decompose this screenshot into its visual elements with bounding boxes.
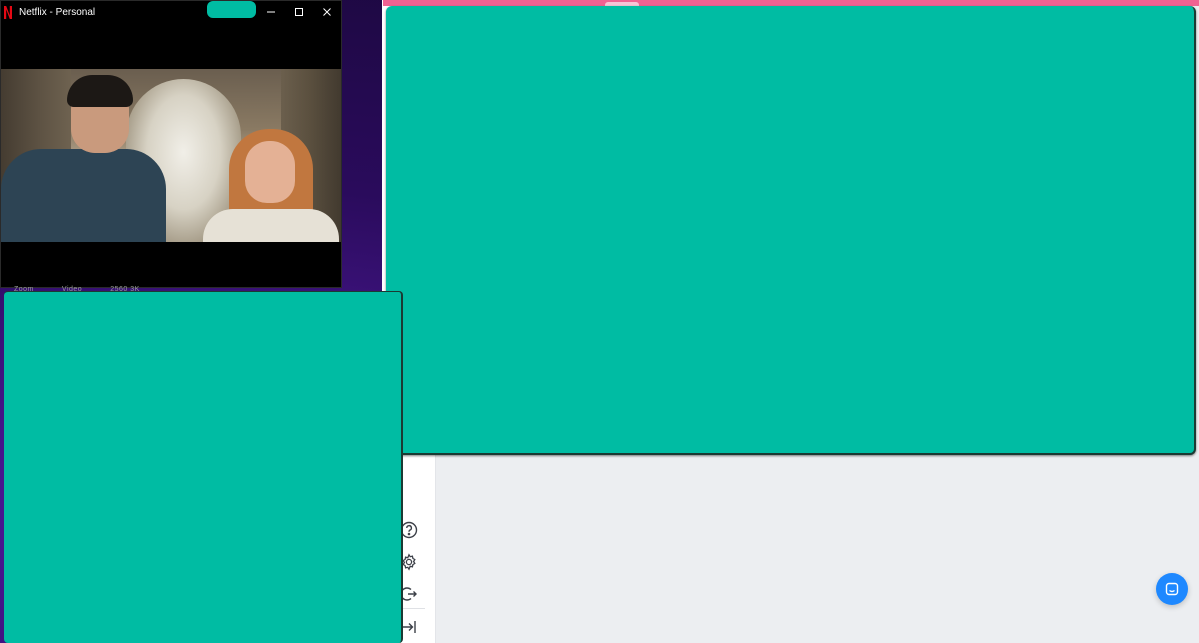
scene-figure-woman	[203, 209, 339, 242]
scene-figure-man-hair	[67, 75, 133, 107]
minimize-icon	[267, 11, 275, 13]
chat-button[interactable]	[1156, 573, 1188, 605]
close-icon	[323, 8, 331, 16]
chat-icon	[1165, 582, 1179, 596]
netflix-window: Netflix - Personal	[0, 0, 342, 288]
video-player[interactable]	[1, 69, 341, 242]
redacted-region	[207, 1, 256, 18]
maximize-icon	[295, 8, 303, 16]
maximize-button[interactable]	[285, 1, 313, 23]
window-title: Netflix - Personal	[19, 6, 96, 18]
scene-figure-man	[1, 149, 166, 242]
close-button[interactable]	[313, 1, 341, 23]
netflix-logo-icon	[3, 5, 13, 19]
minimize-button[interactable]	[257, 1, 285, 23]
redacted-region	[4, 291, 403, 643]
scene-figure-woman-head	[245, 141, 295, 203]
redacted-region	[386, 6, 1196, 455]
